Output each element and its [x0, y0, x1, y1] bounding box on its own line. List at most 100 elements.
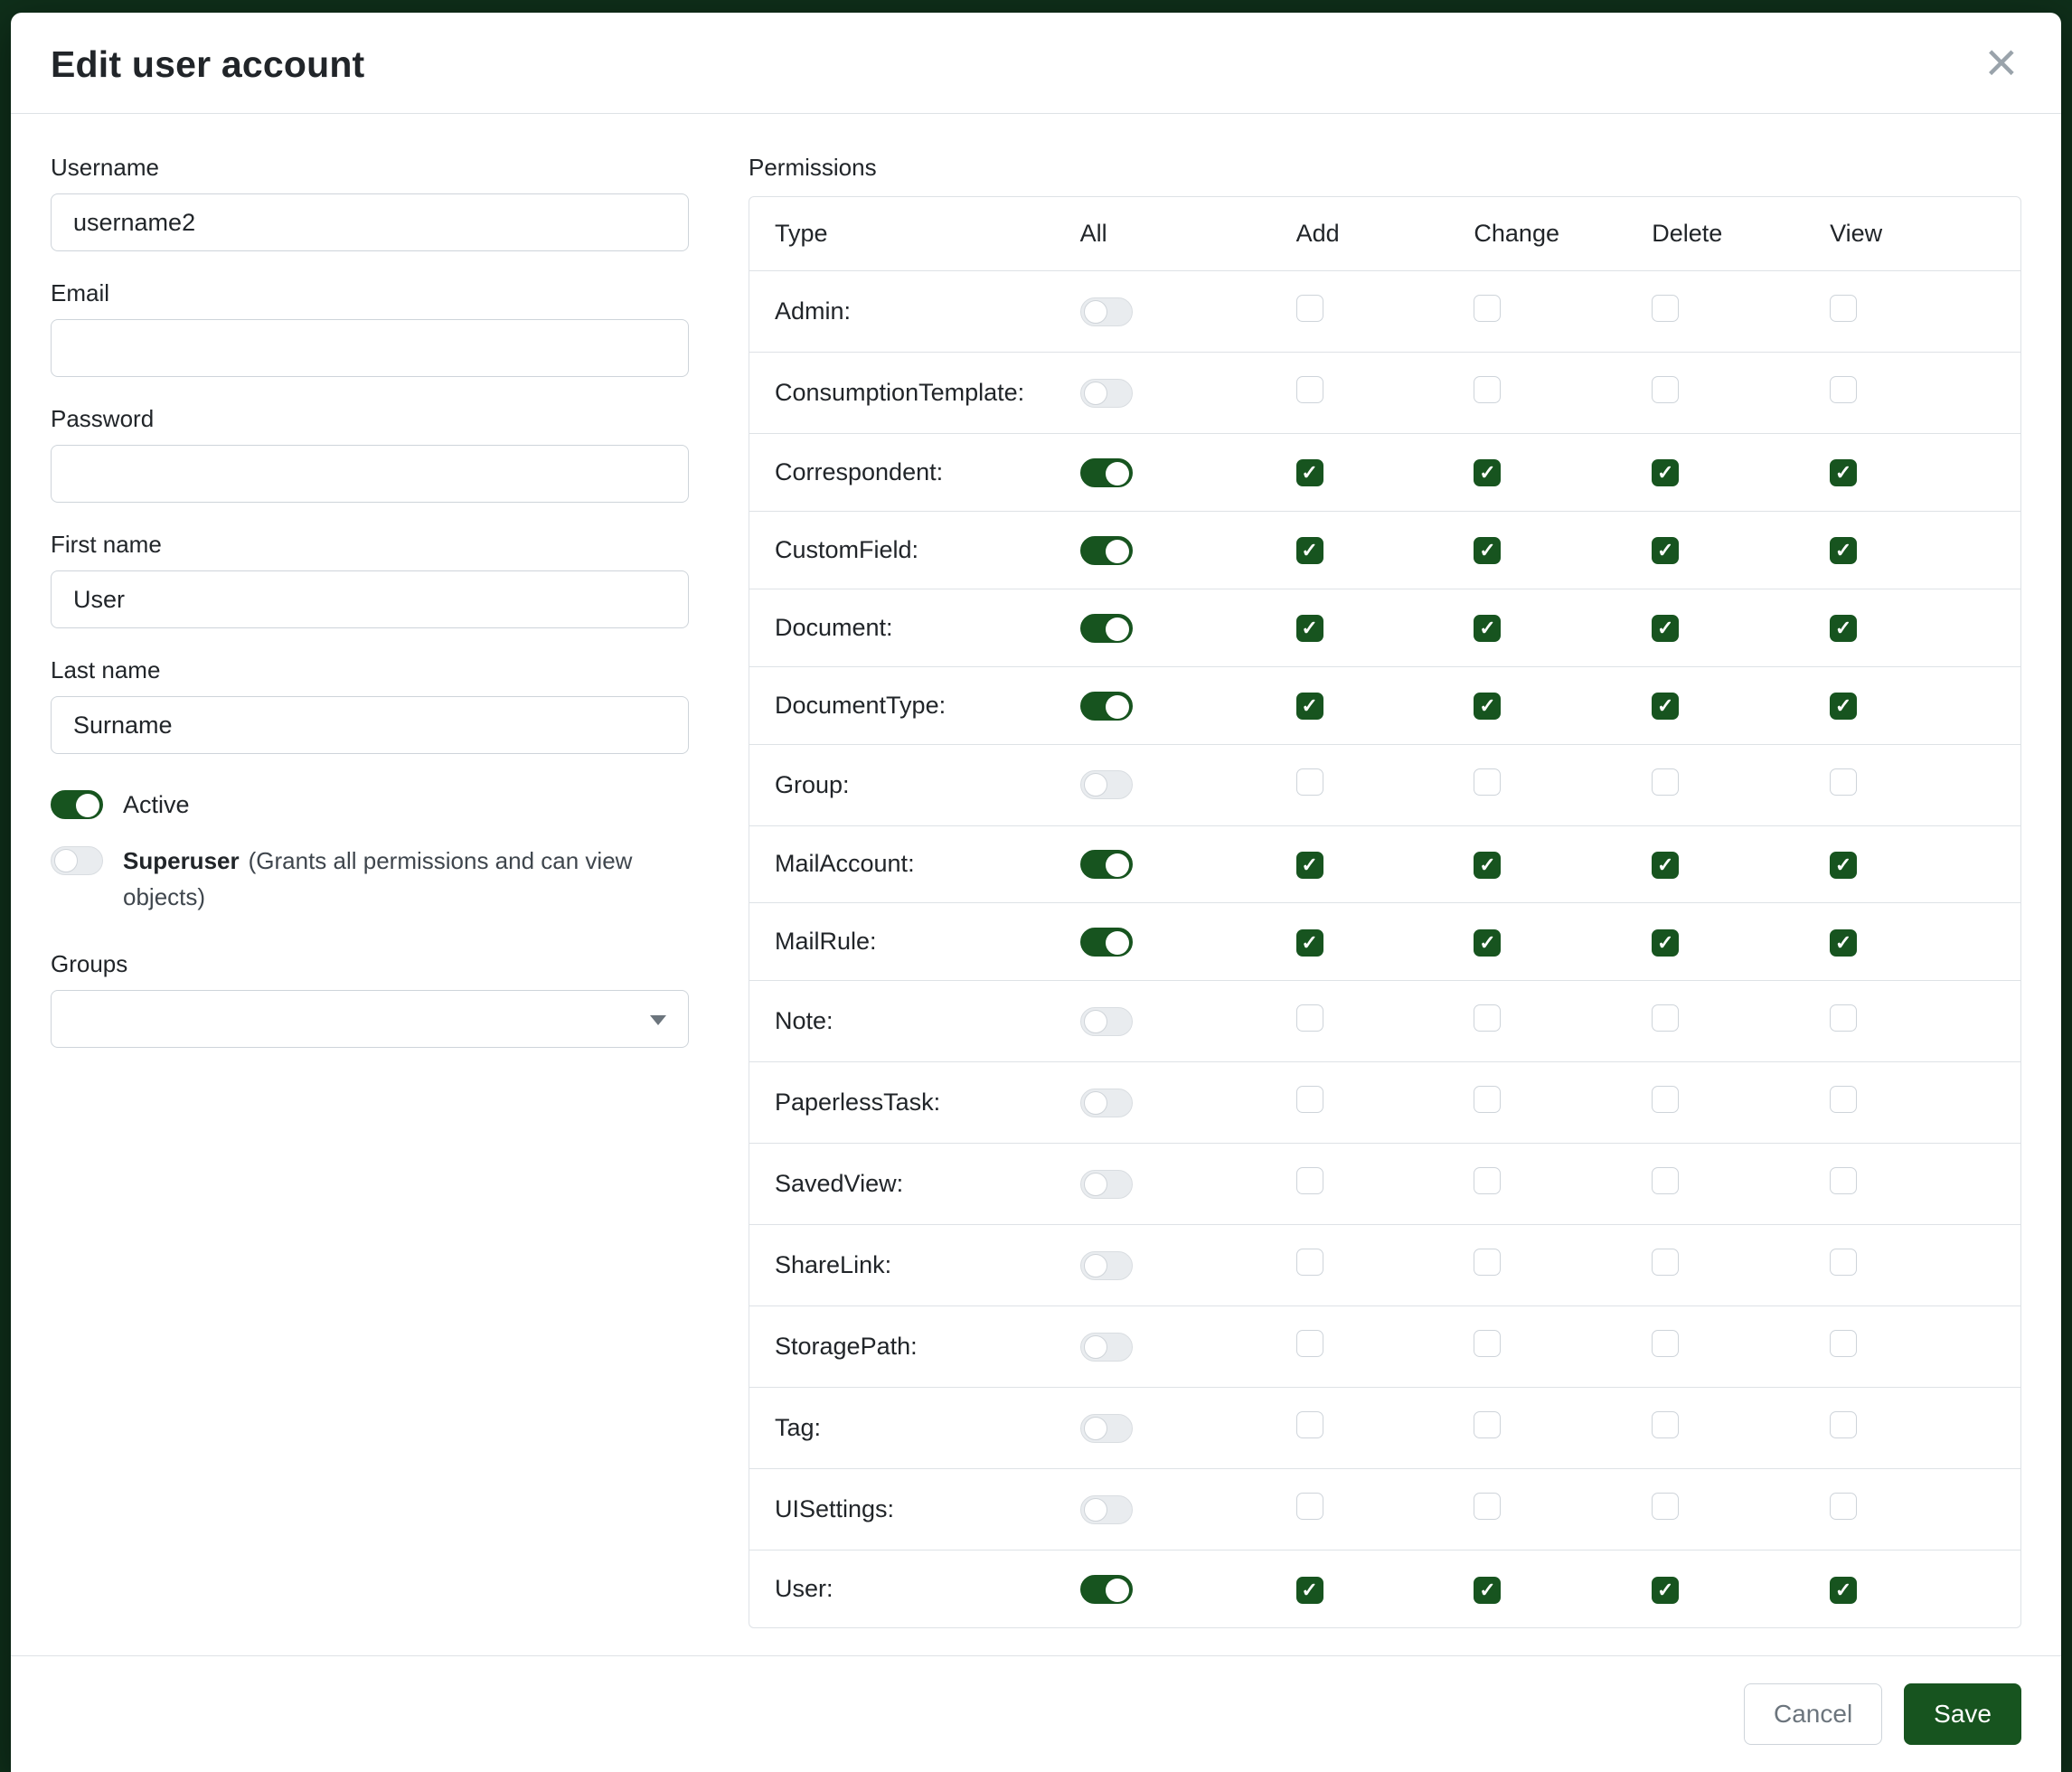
permission-view-checkbox[interactable]	[1830, 1086, 1857, 1113]
permission-all-toggle[interactable]	[1080, 1007, 1133, 1036]
permission-view-checkbox[interactable]	[1830, 376, 1857, 403]
permission-view-checkbox[interactable]: ✓	[1830, 459, 1857, 486]
permission-view-checkbox[interactable]	[1830, 295, 1857, 322]
email-field[interactable]	[51, 319, 689, 377]
permission-change-checkbox[interactable]	[1474, 376, 1501, 403]
permission-view-checkbox[interactable]: ✓	[1830, 537, 1857, 564]
permission-all-toggle[interactable]	[1080, 692, 1133, 721]
permission-change-checkbox[interactable]: ✓	[1474, 693, 1501, 720]
first-name-field[interactable]	[51, 570, 689, 628]
permission-delete-checkbox[interactable]	[1652, 1330, 1679, 1357]
permission-all-toggle[interactable]	[1080, 297, 1133, 326]
permission-delete-checkbox[interactable]: ✓	[1652, 929, 1679, 957]
permission-change-cell	[1474, 1469, 1652, 1550]
permission-view-checkbox[interactable]: ✓	[1830, 929, 1857, 957]
permission-view-checkbox[interactable]: ✓	[1830, 852, 1857, 879]
permission-all-toggle[interactable]	[1080, 928, 1133, 957]
permission-change-checkbox[interactable]	[1474, 1167, 1501, 1194]
permission-delete-checkbox[interactable]: ✓	[1652, 615, 1679, 642]
permission-view-checkbox[interactable]	[1830, 1411, 1857, 1438]
permission-change-checkbox[interactable]	[1474, 1493, 1501, 1520]
permission-delete-checkbox[interactable]: ✓	[1652, 1577, 1679, 1604]
permission-all-toggle[interactable]	[1080, 458, 1133, 487]
permission-all-toggle[interactable]	[1080, 614, 1133, 643]
permission-view-checkbox[interactable]	[1830, 1249, 1857, 1276]
permission-delete-checkbox[interactable]: ✓	[1652, 537, 1679, 564]
groups-select[interactable]	[51, 990, 689, 1048]
permission-view-checkbox[interactable]	[1830, 768, 1857, 796]
permission-change-checkbox[interactable]	[1474, 1086, 1501, 1113]
permission-change-checkbox[interactable]: ✓	[1474, 852, 1501, 879]
permission-change-checkbox[interactable]	[1474, 1330, 1501, 1357]
permission-change-checkbox[interactable]: ✓	[1474, 929, 1501, 957]
save-button[interactable]: Save	[1904, 1683, 2021, 1745]
permission-add-checkbox[interactable]	[1296, 1167, 1323, 1194]
permission-add-checkbox[interactable]	[1296, 768, 1323, 796]
permission-add-checkbox[interactable]	[1296, 1411, 1323, 1438]
permission-view-checkbox[interactable]: ✓	[1830, 693, 1857, 720]
username-input[interactable]	[51, 193, 689, 251]
password-field[interactable]	[51, 445, 689, 503]
permission-view-checkbox[interactable]	[1830, 1167, 1857, 1194]
first-name-field-group: First name	[51, 531, 689, 628]
permission-delete-checkbox[interactable]: ✓	[1652, 852, 1679, 879]
permission-change-checkbox[interactable]: ✓	[1474, 537, 1501, 564]
permission-delete-checkbox[interactable]	[1652, 1493, 1679, 1520]
permission-change-checkbox[interactable]: ✓	[1474, 615, 1501, 642]
cancel-button[interactable]: Cancel	[1744, 1683, 1882, 1745]
permission-delete-checkbox[interactable]	[1652, 1086, 1679, 1113]
permission-delete-checkbox[interactable]	[1652, 768, 1679, 796]
permission-all-toggle[interactable]	[1080, 1170, 1133, 1199]
permission-change-checkbox[interactable]	[1474, 1249, 1501, 1276]
permission-delete-checkbox[interactable]	[1652, 1411, 1679, 1438]
table-row: User: ✓ ✓ ✓ ✓	[749, 1550, 2020, 1627]
active-toggle[interactable]	[51, 790, 103, 819]
permission-add-checkbox[interactable]	[1296, 1249, 1323, 1276]
permission-all-toggle[interactable]	[1080, 1495, 1133, 1524]
permission-add-checkbox[interactable]: ✓	[1296, 929, 1323, 957]
permission-all-toggle[interactable]	[1080, 1575, 1133, 1604]
last-name-field[interactable]	[51, 696, 689, 754]
permission-add-checkbox[interactable]: ✓	[1296, 615, 1323, 642]
permission-add-checkbox[interactable]: ✓	[1296, 459, 1323, 486]
permission-delete-checkbox[interactable]	[1652, 1249, 1679, 1276]
permission-add-checkbox[interactable]: ✓	[1296, 693, 1323, 720]
permission-all-toggle[interactable]	[1080, 1414, 1133, 1443]
permission-view-checkbox[interactable]	[1830, 1330, 1857, 1357]
permission-delete-checkbox[interactable]: ✓	[1652, 693, 1679, 720]
permission-all-toggle[interactable]	[1080, 1251, 1133, 1280]
close-icon[interactable]: ×	[1982, 43, 2021, 83]
permission-type-cell: StoragePath:	[749, 1306, 1080, 1388]
permission-add-checkbox[interactable]: ✓	[1296, 852, 1323, 879]
permission-delete-checkbox[interactable]	[1652, 1004, 1679, 1032]
permission-add-checkbox[interactable]	[1296, 1493, 1323, 1520]
permission-all-toggle[interactable]	[1080, 379, 1133, 408]
permission-all-toggle[interactable]	[1080, 850, 1133, 879]
permission-view-checkbox[interactable]	[1830, 1004, 1857, 1032]
permission-change-checkbox[interactable]	[1474, 295, 1501, 322]
permission-add-checkbox[interactable]	[1296, 1004, 1323, 1032]
permission-view-checkbox[interactable]: ✓	[1830, 1577, 1857, 1604]
permission-all-toggle[interactable]	[1080, 536, 1133, 565]
permission-add-checkbox[interactable]	[1296, 295, 1323, 322]
permission-add-checkbox[interactable]	[1296, 1330, 1323, 1357]
permission-add-checkbox[interactable]: ✓	[1296, 1577, 1323, 1604]
permission-all-toggle[interactable]	[1080, 770, 1133, 799]
permission-view-checkbox[interactable]: ✓	[1830, 615, 1857, 642]
permission-change-checkbox[interactable]	[1474, 1411, 1501, 1438]
permission-all-toggle[interactable]	[1080, 1333, 1133, 1362]
permission-change-checkbox[interactable]	[1474, 768, 1501, 796]
permission-all-toggle[interactable]	[1080, 1089, 1133, 1117]
permission-view-checkbox[interactable]	[1830, 1493, 1857, 1520]
permission-change-checkbox[interactable]	[1474, 1004, 1501, 1032]
permission-delete-checkbox[interactable]	[1652, 376, 1679, 403]
permission-delete-checkbox[interactable]	[1652, 1167, 1679, 1194]
permission-change-checkbox[interactable]: ✓	[1474, 459, 1501, 486]
permission-add-checkbox[interactable]	[1296, 376, 1323, 403]
superuser-toggle[interactable]	[51, 846, 103, 875]
permission-add-checkbox[interactable]: ✓	[1296, 537, 1323, 564]
permission-delete-checkbox[interactable]: ✓	[1652, 459, 1679, 486]
permission-change-checkbox[interactable]: ✓	[1474, 1577, 1501, 1604]
permission-add-checkbox[interactable]	[1296, 1086, 1323, 1113]
permission-delete-checkbox[interactable]	[1652, 295, 1679, 322]
